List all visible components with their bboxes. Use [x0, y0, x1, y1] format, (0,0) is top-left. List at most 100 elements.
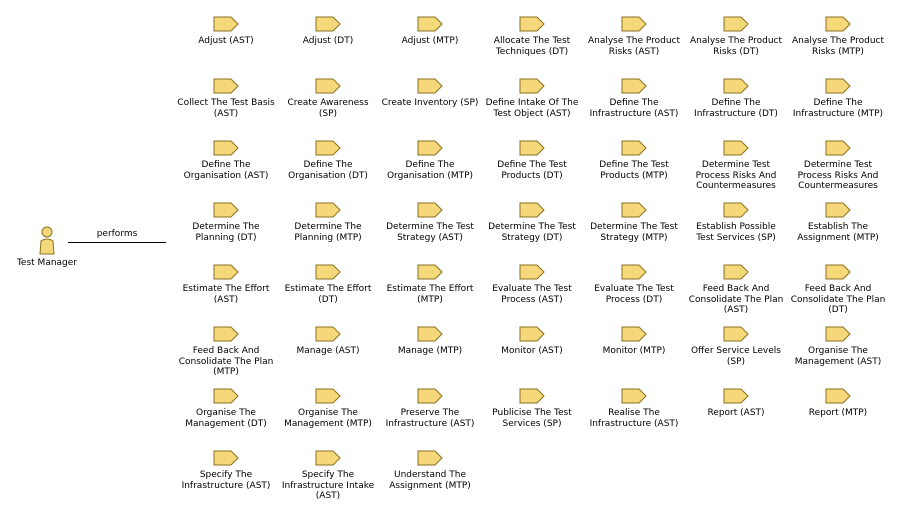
business-process[interactable]: Define The Organisation (MTP)	[380, 140, 480, 181]
process-arrow-icon	[621, 140, 647, 156]
business-process[interactable]: Estimate The Effort (AST)	[176, 264, 276, 305]
business-process[interactable]: Specify The Infrastructure (AST)	[176, 450, 276, 491]
process-label: Determine The Test Strategy (MTP)	[590, 222, 678, 243]
business-process[interactable]: Determine Test Process Risks And Counter…	[788, 140, 888, 192]
business-process[interactable]: Preserve The Infrastructure (AST)	[380, 388, 480, 429]
business-process[interactable]: Establish The Assignment (MTP)	[788, 202, 888, 243]
process-arrow-icon	[825, 140, 851, 156]
process-label: Evaluate The Test Process (DT)	[594, 284, 674, 305]
process-arrow-icon	[519, 326, 545, 342]
process-label: Feed Back And Consolidate The Plan (MTP)	[178, 346, 274, 377]
process-label: Feed Back And Consolidate The Plan (DT)	[790, 284, 886, 315]
process-arrow-icon	[723, 326, 749, 342]
business-process[interactable]: Monitor (MTP)	[584, 326, 684, 357]
business-process[interactable]: Determine Test Process Risks And Counter…	[686, 140, 786, 192]
process-arrow-icon	[723, 264, 749, 280]
process-label: Specify The Infrastructure (AST)	[181, 470, 271, 491]
process-label: Organise The Management (AST)	[794, 346, 882, 367]
business-process[interactable]: Organise The Management (MTP)	[278, 388, 378, 429]
process-label: Offer Service Levels (SP)	[691, 346, 781, 367]
process-label: Organise The Management (DT)	[185, 408, 267, 429]
process-label: Determine The Planning (MTP)	[294, 222, 362, 243]
business-process[interactable]: Define The Organisation (DT)	[278, 140, 378, 181]
process-arrow-icon	[315, 388, 341, 404]
business-process[interactable]: Specify The Infrastructure Intake (AST)	[278, 450, 378, 502]
business-process[interactable]: Define The Infrastructure (DT)	[686, 78, 786, 119]
process-label: Define The Infrastructure (MTP)	[792, 98, 884, 119]
business-process[interactable]: Manage (MTP)	[380, 326, 480, 357]
business-process[interactable]: Create Inventory (SP)	[380, 78, 480, 109]
business-process[interactable]: Manage (AST)	[278, 326, 378, 357]
business-process[interactable]: Realise The Infrastructure (AST)	[584, 388, 684, 429]
process-arrow-icon	[825, 78, 851, 94]
process-arrow-icon	[621, 388, 647, 404]
process-label: Feed Back And Consolidate The Plan (AST)	[688, 284, 784, 315]
business-process[interactable]: Define Intake Of The Test Object (AST)	[482, 78, 582, 119]
business-process[interactable]: Analyse The Product Risks (AST)	[584, 16, 684, 57]
process-label: Adjust (DT)	[302, 36, 354, 46]
process-label: Determine The Planning (DT)	[192, 222, 260, 243]
actor-label: Test Manager	[16, 258, 78, 268]
business-process[interactable]: Evaluate The Test Process (AST)	[482, 264, 582, 305]
business-process[interactable]: Feed Back And Consolidate The Plan (AST)	[686, 264, 786, 316]
process-arrow-icon	[723, 388, 749, 404]
process-arrow-icon	[213, 388, 239, 404]
process-arrow-icon	[417, 326, 443, 342]
business-process[interactable]: Define The Infrastructure (AST)	[584, 78, 684, 119]
process-arrow-icon	[315, 326, 341, 342]
business-process[interactable]: Establish Possible Test Services (SP)	[686, 202, 786, 243]
process-label: Determine The Test Strategy (AST)	[386, 222, 474, 243]
process-arrow-icon	[417, 140, 443, 156]
business-process[interactable]: Publicise The Test Services (SP)	[482, 388, 582, 429]
business-actor-icon	[39, 226, 55, 255]
business-process[interactable]: Report (AST)	[686, 388, 786, 419]
process-arrow-icon	[519, 388, 545, 404]
business-process[interactable]: Understand The Assignment (MTP)	[380, 450, 480, 491]
business-process[interactable]: Estimate The Effort (MTP)	[380, 264, 480, 305]
business-process[interactable]: Define The Organisation (AST)	[176, 140, 276, 181]
business-process[interactable]: Determine The Test Strategy (MTP)	[584, 202, 684, 243]
business-process[interactable]: Allocate The Test Techniques (DT)	[482, 16, 582, 57]
business-process[interactable]: Monitor (AST)	[482, 326, 582, 357]
business-process[interactable]: Determine The Planning (DT)	[176, 202, 276, 243]
process-arrow-icon	[213, 264, 239, 280]
business-process[interactable]: Determine The Test Strategy (AST)	[380, 202, 480, 243]
business-process[interactable]: Analyse The Product Risks (DT)	[686, 16, 786, 57]
business-process[interactable]: Estimate The Effort (DT)	[278, 264, 378, 305]
process-arrow-icon	[417, 264, 443, 280]
process-label: Define The Organisation (AST)	[183, 160, 269, 181]
process-label: Determine The Test Strategy (DT)	[488, 222, 576, 243]
business-process[interactable]: Adjust (MTP)	[380, 16, 480, 47]
business-process[interactable]: Define The Test Products (DT)	[482, 140, 582, 181]
business-process[interactable]: Determine The Planning (MTP)	[278, 202, 378, 243]
process-arrow-icon	[519, 202, 545, 218]
business-process[interactable]: Define The Test Products (MTP)	[584, 140, 684, 181]
process-label: Define The Test Products (DT)	[497, 160, 567, 181]
performs-relation-line[interactable]	[68, 242, 166, 243]
business-process[interactable]: Offer Service Levels (SP)	[686, 326, 786, 367]
process-arrow-icon	[417, 450, 443, 466]
process-arrow-icon	[315, 16, 341, 32]
business-process[interactable]: Define The Infrastructure (MTP)	[788, 78, 888, 119]
business-process[interactable]: Feed Back And Consolidate The Plan (DT)	[788, 264, 888, 316]
business-process[interactable]: Determine The Test Strategy (DT)	[482, 202, 582, 243]
process-label: Define The Infrastructure (AST)	[589, 98, 679, 119]
business-process[interactable]: Analyse The Product Risks (MTP)	[788, 16, 888, 57]
business-process[interactable]: Collect The Test Basis (AST)	[176, 78, 276, 119]
business-process[interactable]: Organise The Management (AST)	[788, 326, 888, 367]
process-label: Adjust (AST)	[198, 36, 254, 46]
process-label: Understand The Assignment (MTP)	[389, 470, 471, 491]
process-label: Estimate The Effort (MTP)	[386, 284, 474, 305]
business-process[interactable]: Report (MTP)	[788, 388, 888, 419]
process-arrow-icon	[213, 326, 239, 342]
business-process[interactable]: Create Awareness (SP)	[278, 78, 378, 119]
business-process[interactable]: Evaluate The Test Process (DT)	[584, 264, 684, 305]
process-label: Preserve The Infrastructure (AST)	[385, 408, 475, 429]
process-arrow-icon	[315, 264, 341, 280]
process-arrow-icon	[213, 16, 239, 32]
business-process[interactable]: Adjust (AST)	[176, 16, 276, 47]
business-process[interactable]: Organise The Management (DT)	[176, 388, 276, 429]
business-process[interactable]: Feed Back And Consolidate The Plan (MTP)	[176, 326, 276, 378]
business-process[interactable]: Adjust (DT)	[278, 16, 378, 47]
process-label: Collect The Test Basis (AST)	[177, 98, 275, 119]
